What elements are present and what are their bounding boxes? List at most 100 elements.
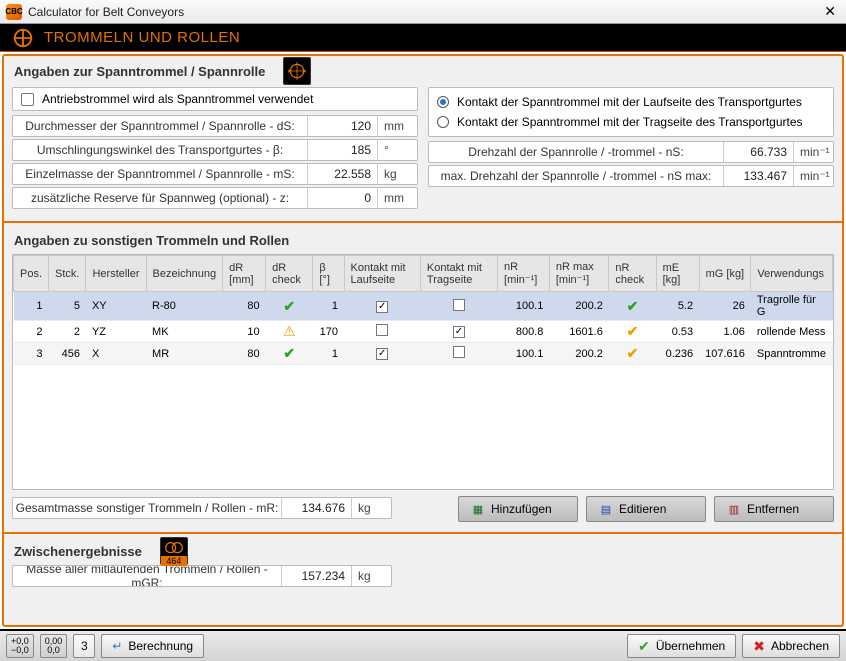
checkbox-icon[interactable] [453,299,465,311]
sum-row: Gesamtmasse sonstiger Trommeln / Rollen … [12,497,392,519]
checkbox-icon[interactable]: ✓ [453,326,465,338]
badge-value: 464 [161,556,187,566]
cancel-label: Abbrechen [771,639,829,653]
delete-button[interactable]: ▥ Entfernen [714,496,834,522]
radio-laufseite[interactable]: Kontakt der Spanntrommel mit der Laufsei… [437,92,825,112]
titlebar: CBC Calculator for Belt Conveyors ✕ [0,0,846,24]
column-header[interactable]: Pos. [14,256,49,292]
field-unit: mm [377,188,417,208]
checkbox-antriebstrommel[interactable]: Antriebstrommel wird als Spanntrommel ve… [12,87,418,111]
section-title-spann: Angaben zur Spanntrommel / Spannrolle [4,56,275,85]
input-row[interactable]: Einzelmasse der Spanntrommel / Spannroll… [12,163,418,185]
column-header[interactable]: Kontakt mit Tragseite [420,256,497,292]
radio-tragseite[interactable]: Kontakt der Spanntrommel mit der Tragsei… [437,112,825,132]
field-value[interactable]: 22.558 [307,164,377,184]
add-label: Hinzufügen [491,502,552,516]
column-header[interactable]: nR check [609,256,656,292]
check-icon: ✔ [627,345,639,361]
column-header[interactable]: nR [min⁻¹] [498,256,550,292]
checkbox-icon[interactable] [453,346,465,358]
calculate-button[interactable]: ↵Berechnung [101,634,204,658]
precision-toggle-1[interactable]: +0,0−0,0 [6,634,34,658]
input-row[interactable]: zusätzliche Reserve für Spannweg (option… [12,187,418,209]
input-row[interactable]: Durchmesser der Spanntrommel / Spannroll… [12,115,418,137]
app-icon: CBC [6,4,22,20]
page-title: TROMMELN UND ROLLEN [44,29,240,46]
output-row: Drehzahl der Spannrolle / -trommel - nS:… [428,141,834,163]
result-value: 157.234 [281,566,351,586]
cancel-icon: ✖ [753,638,765,655]
trommel-table[interactable]: Pos.Stck.HerstellerBezeichnungdR [mm]dR … [12,254,834,490]
radio-label: Kontakt der Spanntrommel mit der Laufsei… [457,95,802,109]
field-label: Umschlingungswinkel des Transportgurtes … [13,143,307,157]
check-icon: ✔ [627,323,639,339]
column-header[interactable]: nR max [min⁻¹] [549,256,609,292]
header-icon [12,27,34,49]
section-title-result: Zwischenergebnisse [4,536,152,565]
delete-label: Entfernen [747,502,799,516]
result-row: Masse aller mitlaufenden Trommeln / Roll… [12,565,392,587]
decimals-field[interactable]: 3 [73,634,95,658]
precision-toggle-2[interactable]: 0,000,0 [40,634,68,658]
field-unit: ° [377,140,417,160]
result-unit: kg [351,566,391,586]
column-header[interactable]: Hersteller [86,256,146,292]
result-target-icon[interactable]: 464 [160,537,188,565]
cancel-button[interactable]: ✖ Abbrechen [742,634,840,658]
checkbox-icon[interactable] [21,93,34,106]
field-value: 133.467 [723,166,793,186]
table-row[interactable]: 22YZMK10⚠170✓800.81601.6✔0.531.06rollend… [14,321,833,343]
sum-unit: kg [351,498,391,518]
target-icon[interactable] [283,57,311,85]
column-header[interactable]: Kontakt mit Laufseite [344,256,420,292]
spann-left-col: Antriebstrommel wird als Spanntrommel ve… [12,87,418,211]
column-header[interactable]: Verwendungs [751,256,833,292]
radio-icon[interactable] [437,116,449,128]
check-icon: ✔ [283,345,295,361]
radio-icon[interactable] [437,96,449,108]
field-label: max. Drehzahl der Spannrolle / -trommel … [429,169,723,183]
column-header[interactable]: dR check [266,256,313,292]
ok-label: Übernehmen [656,639,725,653]
checkbox-label: Antriebstrommel wird als Spanntrommel ve… [42,92,313,106]
column-header[interactable]: Bezeichnung [146,256,223,292]
table-row[interactable]: 15XYR-8080✔1✓100.1200.2✔5.226Tragrolle f… [14,292,833,321]
sum-label: Gesamtmasse sonstiger Trommeln / Rollen … [13,501,281,515]
ok-icon: ✔ [638,638,650,655]
checkbox-icon[interactable]: ✓ [376,348,388,360]
field-unit: kg [377,164,417,184]
calc-label: Berechnung [128,639,193,653]
field-label: zusätzliche Reserve für Spannweg (option… [13,191,307,205]
check-icon: ✔ [283,298,295,314]
field-unit: min⁻¹ [793,142,833,162]
page-header: TROMMELN UND ROLLEN [0,24,846,52]
field-label: Drehzahl der Spannrolle / -trommel - nS: [429,145,723,159]
sum-value: 134.676 [281,498,351,518]
field-value[interactable]: 0 [307,188,377,208]
column-header[interactable]: mE [kg] [656,256,699,292]
checkbox-icon[interactable]: ✓ [376,301,388,313]
add-icon: ▦ [471,502,485,516]
column-header[interactable]: mG [kg] [699,256,751,292]
delete-icon: ▥ [727,502,741,516]
field-unit: mm [377,116,417,136]
column-header[interactable]: Stck. [49,256,86,292]
column-header[interactable]: dR [mm] [223,256,266,292]
close-icon[interactable]: ✕ [820,3,840,20]
table-row[interactable]: 3456XMR80✔1✓100.1200.2✔0.236107.616Spann… [14,343,833,365]
field-value[interactable]: 185 [307,140,377,160]
input-row[interactable]: Umschlingungswinkel des Transportgurtes … [12,139,418,161]
spann-right-col: Kontakt der Spanntrommel mit der Laufsei… [428,87,834,211]
field-label: Durchmesser der Spanntrommel / Spannroll… [13,119,307,133]
edit-button[interactable]: ▤Editieren [586,496,706,522]
ok-button[interactable]: ✔ Übernehmen [627,634,736,658]
field-label: Einzelmasse der Spanntrommel / Spannroll… [13,167,307,181]
result-label: Masse aller mitlaufenden Trommeln / Roll… [13,565,281,587]
field-value[interactable]: 120 [307,116,377,136]
edit-icon: ▤ [599,502,613,516]
add-button[interactable]: ▦ Hinzufügen [458,496,578,522]
checkbox-icon[interactable] [376,324,388,336]
column-header[interactable]: β [°] [313,256,344,292]
check-icon: ✔ [627,298,639,314]
radio-label: Kontakt der Spanntrommel mit der Tragsei… [457,115,803,129]
